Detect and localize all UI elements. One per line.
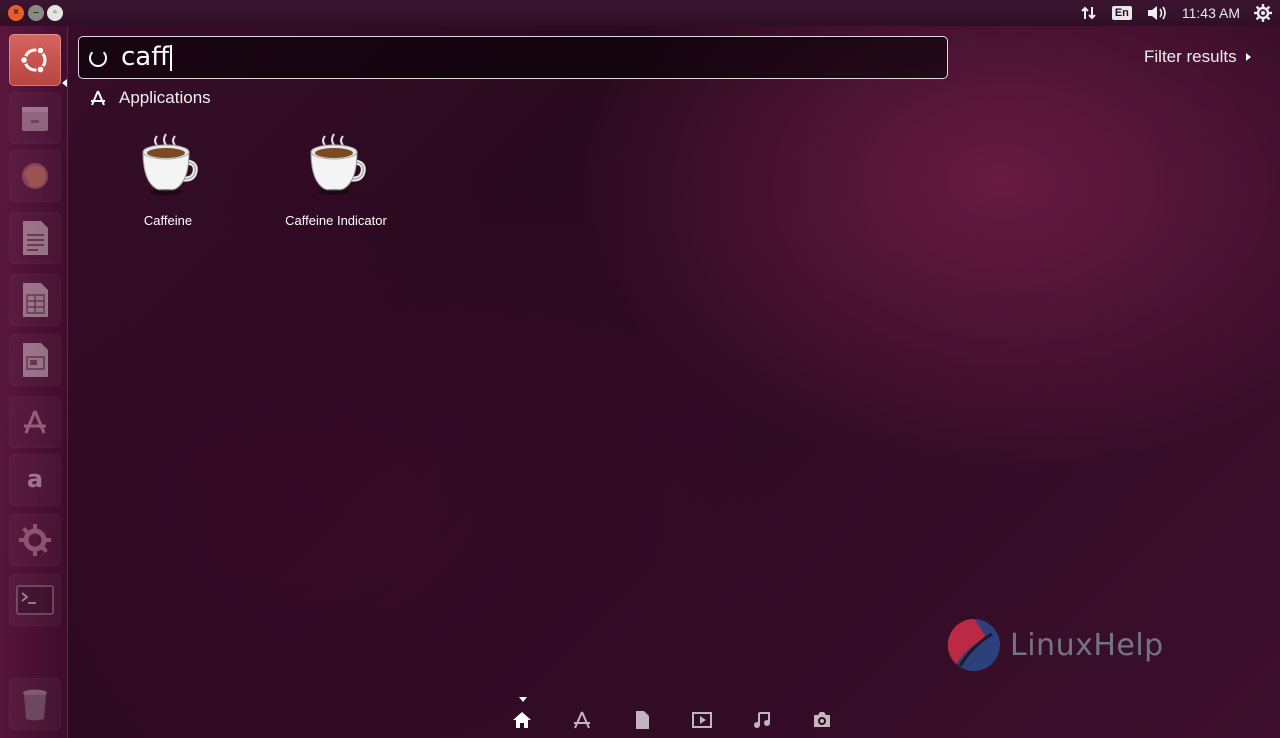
launcher-item-impress[interactable] [9,334,61,386]
amazon-icon: a [27,465,43,493]
launcher-item-ubuntu-dash[interactable] [9,34,61,86]
search-query[interactable]: caff [121,36,169,79]
indicator-area: En 11:43 AM [1066,0,1280,26]
linuxhelp-watermark: LinuxHelp [946,616,1164,674]
app-label: Caffeine [143,213,193,228]
svg-text:a: a [27,465,43,493]
app-result-caffeine[interactable]: Caffeine [83,132,253,242]
lens-applications-icon[interactable] [572,710,592,730]
coffee-cup-icon [142,133,198,195]
launcher-item-system-settings[interactable] [9,514,61,566]
document-icon [23,221,48,255]
maximize-window-button[interactable]: ▫ [47,5,63,21]
lens-files-icon[interactable] [632,710,652,730]
launcher-item-files[interactable] [9,92,61,144]
trash-icon [23,689,47,721]
launcher-item-calc[interactable] [9,274,61,326]
dash-search-bar[interactable]: caff [78,36,948,79]
launcher-item-software-center[interactable] [9,396,61,448]
filter-results-button[interactable]: Filter results [1144,47,1251,67]
launcher: a [0,26,68,738]
presentation-icon [23,343,48,377]
launcher-item-trash[interactable] [9,678,61,730]
keyboard-layout-indicator[interactable]: En [1111,6,1132,20]
launcher-item-writer[interactable] [9,212,61,264]
settings-icon [19,524,51,556]
launcher-item-firefox[interactable] [9,150,61,202]
loading-spinner-icon [89,48,107,67]
active-lens-indicator [519,697,527,702]
launcher-active-arrow [62,79,67,87]
applications-icon [91,90,105,106]
top-panel: × – ▫ En 11:43 AM [0,0,1280,26]
watermark-text: LinuxHelp [1010,627,1164,663]
spreadsheet-icon [23,283,48,317]
lens-video-icon[interactable] [692,710,712,730]
app-result-caffeine-indicator[interactable]: Caffeine Indicator [251,132,421,242]
network-arrows-icon [1081,6,1096,20]
file-cabinet-icon [22,107,48,131]
launcher-item-terminal[interactable] [9,574,61,626]
filter-results-label: Filter results [1144,47,1237,66]
sound-indicator[interactable] [1146,5,1168,21]
linuxhelp-logo-icon [947,618,1000,671]
launcher-item-amazon[interactable]: a [9,454,61,506]
network-indicator[interactable] [1080,4,1098,22]
chevron-right-icon [1245,53,1251,61]
category-title: Applications [119,88,211,107]
firefox-icon [22,163,48,189]
clock[interactable]: 11:43 AM [1182,5,1240,21]
ubuntu-logo-icon [19,46,47,74]
text-cursor [170,44,173,71]
lens-music-icon[interactable] [752,710,772,730]
close-window-button[interactable]: × [8,5,24,21]
software-center-icon [24,410,46,434]
session-gear-icon[interactable] [1254,4,1272,22]
terminal-icon [16,585,54,615]
app-label: Caffeine Indicator [285,213,387,228]
speaker-icon [1147,6,1166,20]
lens-home-icon[interactable] [512,710,532,730]
lens-bar [500,694,860,738]
applications-category-header[interactable]: Applications [89,88,211,108]
coffee-cup-icon [310,133,366,195]
keyboard-layout-label: En [1111,6,1132,20]
lens-photos-icon[interactable] [812,710,832,730]
minimize-window-button[interactable]: – [28,5,44,21]
